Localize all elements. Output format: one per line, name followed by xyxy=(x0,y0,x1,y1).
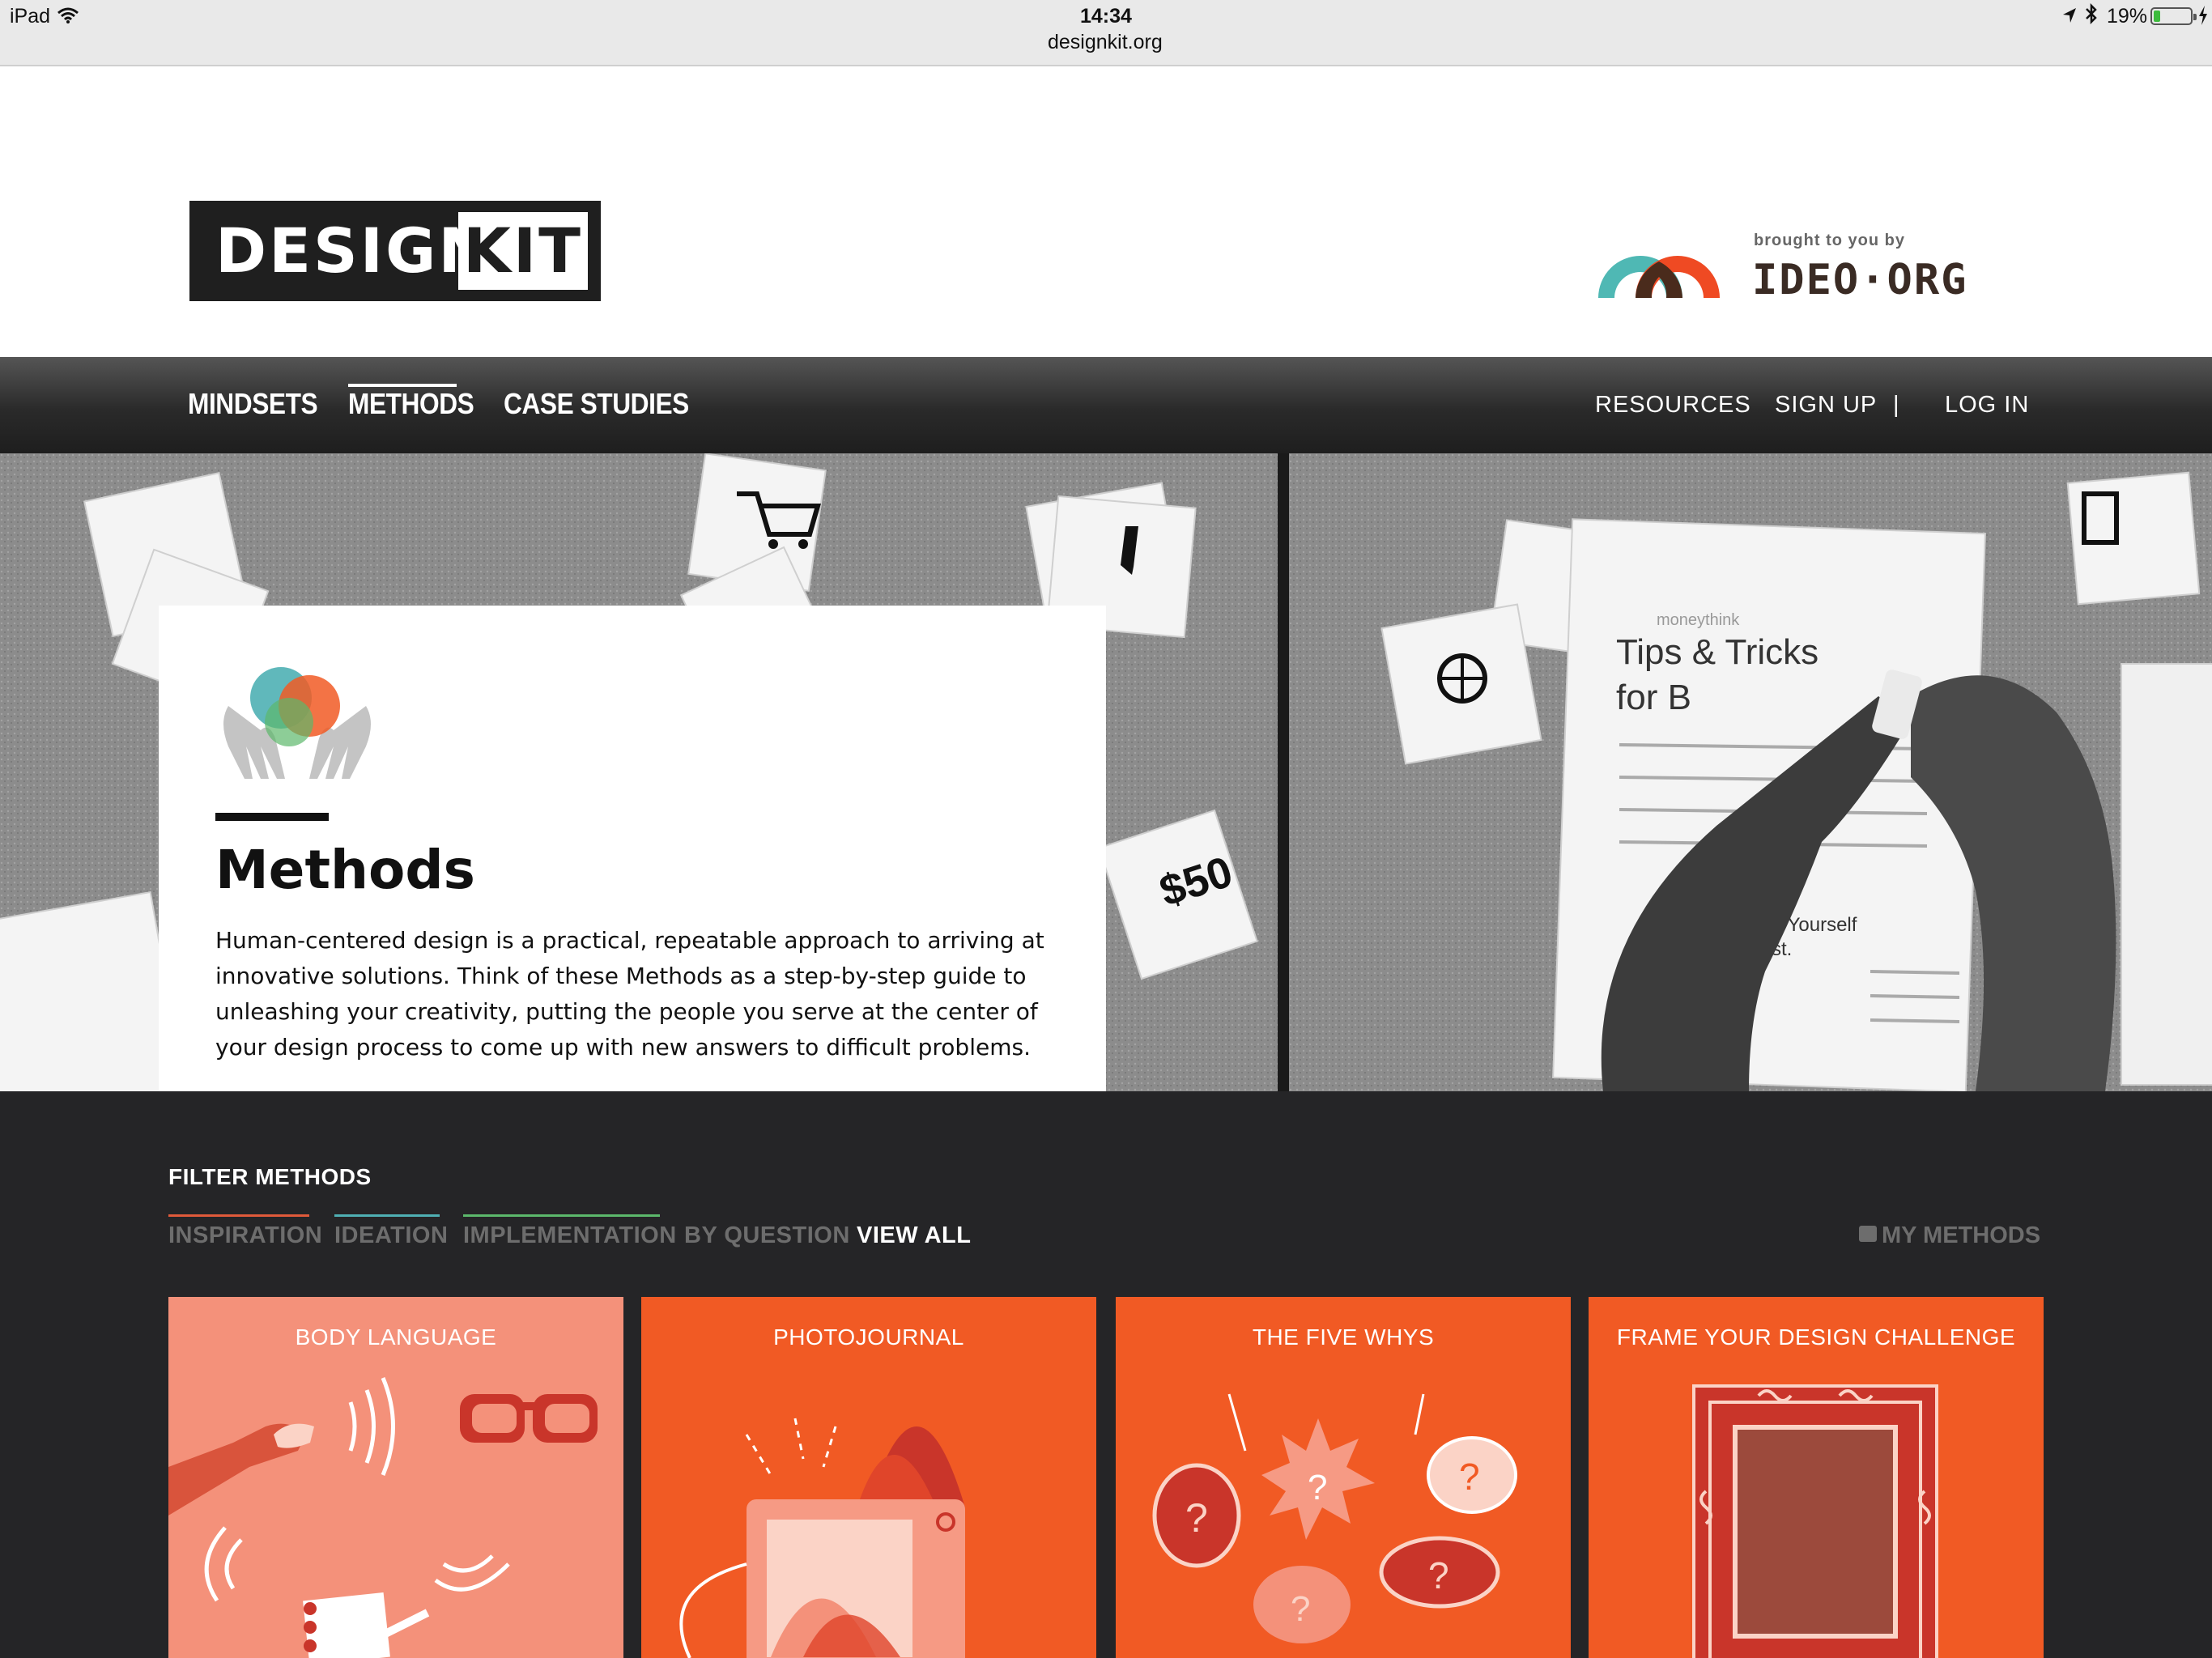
nav-sign-up[interactable]: SIGN UP xyxy=(1775,392,1877,419)
five-whys-illustration: ? ? ? ? ? xyxy=(1152,1393,1517,1643)
main-nav xyxy=(0,357,2212,453)
method-title: PHOTOJOURNAL xyxy=(773,1324,964,1350)
frame-illustration xyxy=(1692,1384,1938,1658)
method-card-photojournal[interactable]: PHOTOJOURNAL xyxy=(641,1297,1096,1658)
bag-icon xyxy=(1859,1226,1877,1242)
ideo-org-rainbow-logo[interactable] xyxy=(1595,243,1741,301)
filter-tab-view-all[interactable]: VIEW ALL xyxy=(857,1222,971,1249)
nav-log-in[interactable]: LOG IN xyxy=(1945,392,2029,419)
page-description: Human-centered design is a practical, re… xyxy=(215,927,1044,1061)
nav-mindsets[interactable]: MINDSETS xyxy=(188,387,318,421)
filter-tab-inspiration[interactable]: INSPIRATION xyxy=(168,1222,322,1249)
clock: 14:34 xyxy=(1080,5,1132,28)
battery-level xyxy=(2154,11,2161,22)
status-bar: iPad 14:34 designkit.org 19% xyxy=(0,0,2212,66)
question-icon: ? xyxy=(1459,1456,1480,1498)
method-title: THE FIVE WHYS xyxy=(1252,1324,1435,1350)
method-card-body-language[interactable]: BODY LANGUAGE xyxy=(168,1297,623,1658)
photojournal-illustration xyxy=(679,1418,965,1658)
filter-methods-title: FILTER METHODS xyxy=(168,1164,372,1189)
logo-text-kit: KIT xyxy=(462,215,583,287)
location-arrow-icon xyxy=(2063,8,2076,23)
method-title: FRAME YOUR DESIGN CHALLENGE xyxy=(1616,1324,2016,1350)
body-language-illustration xyxy=(168,1377,598,1658)
charging-icon xyxy=(2199,6,2207,25)
ideation-indicator xyxy=(334,1214,440,1217)
question-icon: ? xyxy=(1428,1554,1449,1596)
filter-tab-implementation[interactable]: IMPLEMENTATION xyxy=(463,1222,677,1249)
my-methods-link[interactable]: MY METHODS xyxy=(1882,1222,2040,1249)
question-icon: ? xyxy=(1291,1589,1310,1629)
nav-resources[interactable]: RESOURCES xyxy=(1595,392,1751,419)
method-card-five-whys[interactable]: ? ? ? ? ? THE FIVE WHYS xyxy=(1116,1297,1571,1658)
photo-text-tips: Tips & Tricks xyxy=(1616,632,1819,672)
photo-text-brand: moneythink xyxy=(1657,611,1740,629)
battery-percent: 19% xyxy=(2107,5,2148,28)
ideo-org-wordmark[interactable]: IDEO·ORG xyxy=(1752,256,1967,304)
wifi-icon xyxy=(57,7,79,23)
title-rule xyxy=(215,813,329,821)
question-icon: ? xyxy=(1308,1468,1327,1507)
photo-text-for: for B xyxy=(1616,678,1691,717)
nav-methods[interactable]: METHODS xyxy=(348,387,474,421)
implementation-indicator xyxy=(463,1214,660,1217)
hands-holding-idea-icon xyxy=(223,667,371,779)
question-icon: ? xyxy=(1185,1495,1208,1541)
battery-icon xyxy=(2150,7,2197,25)
inspiration-indicator xyxy=(168,1214,309,1217)
device-name: iPad xyxy=(10,5,51,28)
page-title: Methods xyxy=(215,839,475,901)
brought-to-you-by: brought to you by xyxy=(1754,232,1905,249)
logo-text-design: DESIGN xyxy=(215,215,493,287)
method-card-frame-design-challenge[interactable]: FRAME YOUR DESIGN CHALLENGE xyxy=(1589,1297,2044,1658)
nav-case-studies[interactable]: CASE STUDIES xyxy=(504,387,689,421)
bluetooth-icon xyxy=(2086,3,2097,24)
url-bar[interactable]: designkit.org xyxy=(1048,31,1163,54)
filter-tab-by-question[interactable]: BY QUESTION xyxy=(684,1222,850,1249)
filter-tab-ideation[interactable]: IDEATION xyxy=(334,1222,448,1249)
method-title: BODY LANGUAGE xyxy=(295,1324,497,1350)
nav-separator: | xyxy=(1893,392,1900,418)
